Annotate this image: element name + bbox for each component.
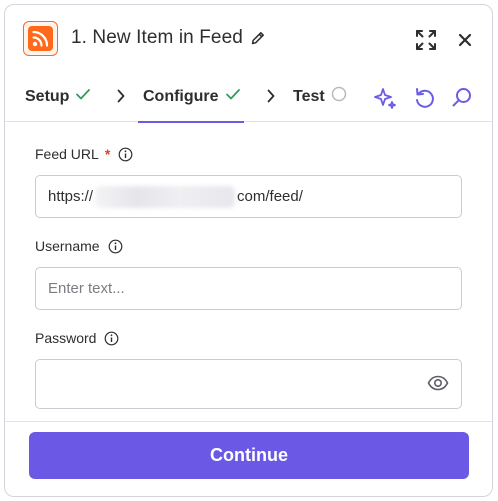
eye-icon[interactable] bbox=[427, 374, 449, 392]
undo-icon[interactable] bbox=[413, 86, 435, 110]
sparkle-ai-icon[interactable] bbox=[373, 86, 397, 110]
password-input[interactable] bbox=[35, 359, 462, 409]
username-label: Username bbox=[35, 238, 100, 254]
info-icon[interactable] bbox=[104, 331, 119, 346]
expand-icon[interactable] bbox=[415, 29, 437, 51]
info-icon[interactable] bbox=[118, 147, 133, 162]
rss-app-icon bbox=[23, 20, 58, 56]
chevron-right-icon bbox=[267, 89, 275, 103]
password-label: Password bbox=[35, 330, 97, 346]
chevron-right-icon bbox=[117, 89, 125, 103]
tab-test[interactable]: Test bbox=[293, 71, 347, 122]
feed-url-label: Feed URL bbox=[35, 146, 99, 162]
feed-url-field: Feed URL * https:// com/feed/ bbox=[35, 144, 462, 218]
panel-footer: Continue bbox=[5, 421, 492, 496]
continue-button[interactable]: Continue bbox=[29, 432, 469, 479]
tab-setup[interactable]: Setup bbox=[25, 71, 91, 122]
tab-label: Test bbox=[293, 87, 325, 105]
panel-header: 1. New Item in Feed bbox=[5, 5, 492, 71]
feed-url-prefix: https:// bbox=[48, 188, 94, 205]
info-icon[interactable] bbox=[108, 239, 123, 254]
check-icon bbox=[75, 87, 91, 106]
check-icon bbox=[225, 87, 241, 106]
tab-label: Configure bbox=[143, 87, 219, 105]
password-field: Password bbox=[35, 328, 462, 409]
step-title[interactable]: 1. New Item in Feed bbox=[71, 27, 243, 49]
feed-url-input[interactable]: https:// com/feed/ bbox=[35, 175, 462, 218]
step-tabs: Setup Configure Test bbox=[5, 71, 492, 123]
username-placeholder: Enter text... bbox=[48, 280, 125, 297]
search-icon[interactable] bbox=[451, 86, 473, 108]
close-icon[interactable] bbox=[458, 33, 472, 47]
redacted-url-segment bbox=[95, 185, 236, 208]
username-field: Username Enter text... bbox=[35, 236, 462, 310]
required-marker: * bbox=[104, 146, 111, 162]
feed-url-suffix: com/feed/ bbox=[237, 188, 303, 205]
username-input[interactable]: Enter text... bbox=[35, 267, 462, 310]
rss-icon bbox=[28, 25, 53, 51]
tab-configure[interactable]: Configure bbox=[138, 71, 244, 123]
step-editor-panel: 1. New Item in Feed Setup Configure Test… bbox=[4, 4, 493, 497]
pencil-edit-icon[interactable] bbox=[250, 30, 266, 46]
pending-circle-icon bbox=[331, 86, 347, 107]
tab-label: Setup bbox=[25, 87, 70, 105]
